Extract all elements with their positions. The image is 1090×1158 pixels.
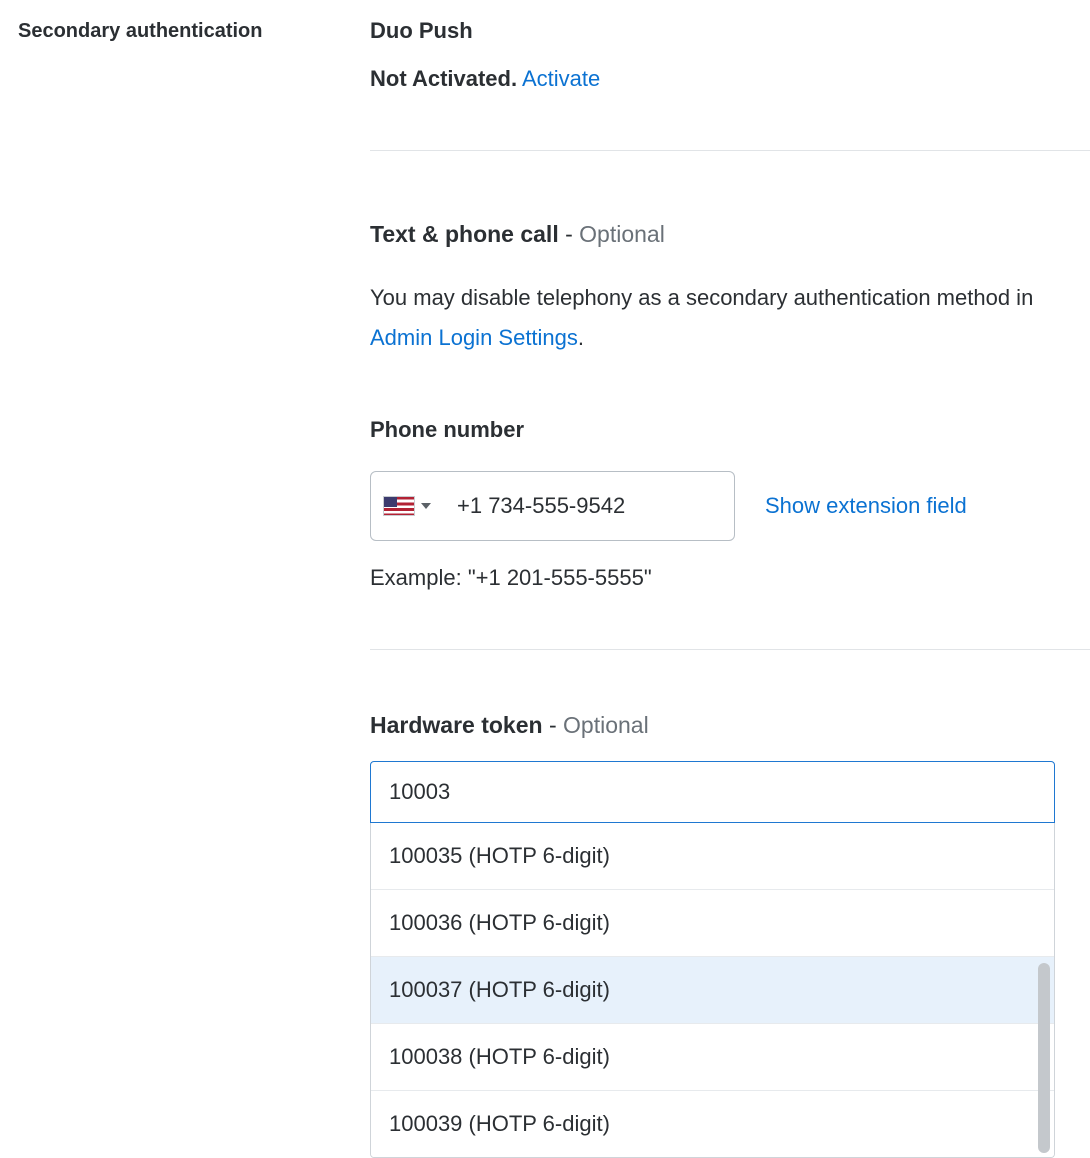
duo-push-status-row: Not Activated. Activate <box>370 66 1090 92</box>
hardware-token-combobox: 100035 (HOTP 6-digit)100036 (HOTP 6-digi… <box>370 761 1090 1158</box>
hardware-token-heading: Hardware token - Optional <box>370 712 1090 739</box>
telephony-heading-optional: Optional <box>579 221 665 247</box>
telephony-desc-suffix: . <box>578 325 584 350</box>
telephony-description: You may disable telephony as a secondary… <box>370 278 1090 357</box>
show-extension-link[interactable]: Show extension field <box>765 493 967 519</box>
section-label: Secondary authentication <box>18 18 370 43</box>
hardware-token-option[interactable]: 100039 (HOTP 6-digit) <box>371 1090 1054 1157</box>
telephony-heading-bold: Text & phone call <box>370 221 559 247</box>
phone-input-group <box>370 471 735 541</box>
phone-example-text: Example: "+1 201-555-5555" <box>370 565 1090 591</box>
phone-number-label: Phone number <box>370 417 1090 443</box>
duo-push-status: Not Activated. <box>370 66 517 91</box>
activate-link[interactable]: Activate <box>522 66 600 91</box>
chevron-down-icon <box>421 503 431 509</box>
telephony-heading-sep: - <box>559 221 579 247</box>
hardware-token-option[interactable]: 100037 (HOTP 6-digit) <box>371 956 1054 1023</box>
phone-number-input[interactable] <box>443 493 745 519</box>
divider <box>370 649 1090 650</box>
hardware-heading-sep: - <box>543 712 563 738</box>
telephony-heading: Text & phone call - Optional <box>370 221 1090 248</box>
telephony-desc-prefix: You may disable telephony as a secondary… <box>370 285 1033 310</box>
admin-login-settings-link[interactable]: Admin Login Settings <box>370 325 578 350</box>
hardware-token-option[interactable]: 100038 (HOTP 6-digit) <box>371 1023 1054 1090</box>
divider <box>370 150 1090 151</box>
duo-push-title: Duo Push <box>370 18 1090 44</box>
flag-us-icon <box>383 496 415 516</box>
hardware-token-dropdown: 100035 (HOTP 6-digit)100036 (HOTP 6-digi… <box>370 823 1055 1158</box>
scrollbar-thumb[interactable] <box>1038 963 1050 1153</box>
hardware-heading-optional: Optional <box>563 712 649 738</box>
country-picker[interactable] <box>383 496 443 516</box>
hardware-token-search-input[interactable] <box>370 761 1055 823</box>
hardware-token-option[interactable]: 100036 (HOTP 6-digit) <box>371 889 1054 956</box>
hardware-heading-bold: Hardware token <box>370 712 543 738</box>
hardware-token-option[interactable]: 100035 (HOTP 6-digit) <box>371 823 1054 889</box>
